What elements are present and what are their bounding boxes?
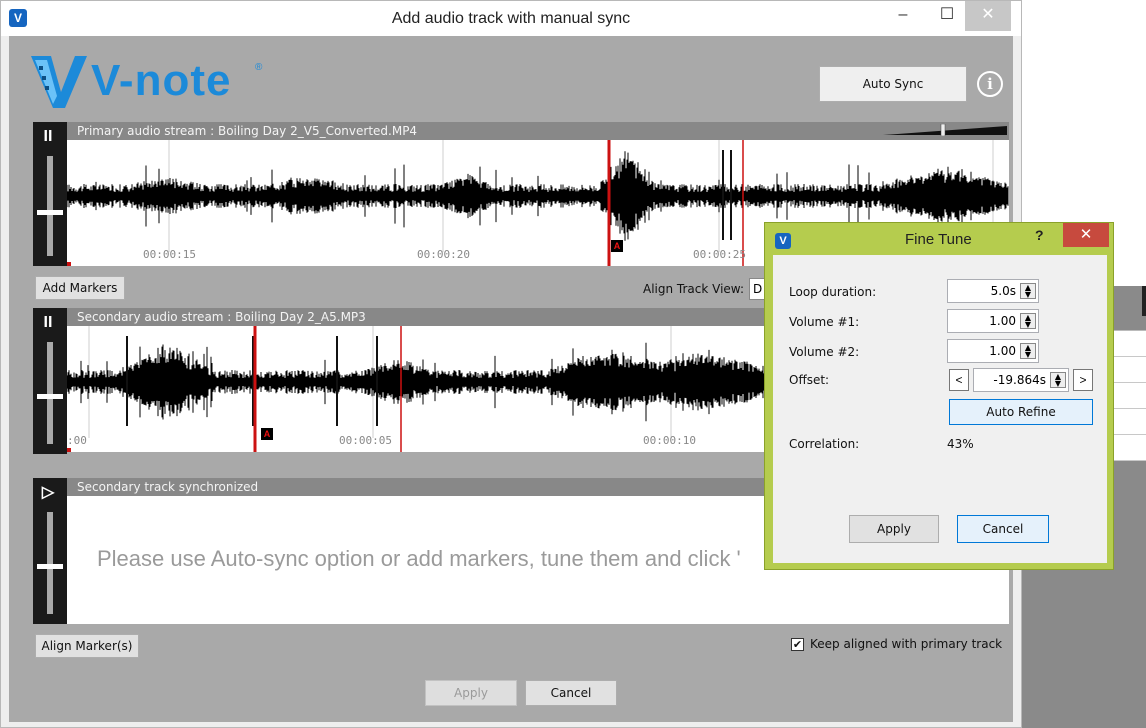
keep-aligned-label: Keep aligned with primary track bbox=[810, 637, 1003, 651]
auto-refine-button[interactable]: Auto Refine bbox=[949, 399, 1093, 425]
volume-1-spinbox[interactable]: 1.00 ▲ ▼ bbox=[947, 309, 1039, 333]
fine-tune-dialog: V Fine Tune ? ✕ Loop duration: 5.0s ▲ ▼ V… bbox=[764, 222, 1114, 570]
cancel-button[interactable]: Cancel bbox=[525, 680, 617, 706]
close-button[interactable]: ✕ bbox=[965, 1, 1011, 31]
primary-gain-rail[interactable] bbox=[47, 156, 53, 256]
offset-next-button[interactable]: > bbox=[1073, 369, 1093, 391]
add-markers-button[interactable]: Add Markers bbox=[35, 276, 125, 300]
offset-label: Offset: bbox=[789, 373, 830, 387]
help-icon[interactable]: ? bbox=[1035, 227, 1044, 243]
pause-icon[interactable]: II bbox=[37, 312, 59, 334]
spin-arrows-icon[interactable]: ▲ ▼ bbox=[1050, 372, 1066, 388]
background-divider bbox=[1142, 286, 1146, 316]
secondary-timecode-3: 00:00:10 bbox=[643, 434, 696, 447]
offset-prev-button[interactable]: < bbox=[949, 369, 969, 391]
synced-track-sidebar: ▷ bbox=[33, 478, 67, 624]
minimize-button[interactable]: – bbox=[881, 1, 925, 31]
primary-timecode-1: 00:00:15 bbox=[143, 248, 196, 261]
synced-track-title: Secondary track synchronized bbox=[77, 480, 259, 494]
checkmark-icon[interactable]: ✔ bbox=[791, 638, 804, 651]
align-markers-button[interactable]: Align Marker(s) bbox=[35, 634, 139, 658]
window-title: Add audio track with manual sync bbox=[391, 10, 631, 27]
fine-tune-close-button[interactable]: ✕ bbox=[1063, 223, 1109, 247]
title-bar[interactable]: V Add audio track with manual sync – ☐ ✕ bbox=[1, 1, 1021, 36]
secondary-gain-thumb[interactable] bbox=[37, 394, 63, 399]
secondary-timecode-1: :00 bbox=[67, 434, 87, 447]
primary-timecode-2: 00:00:20 bbox=[417, 248, 470, 261]
correlation-label: Correlation: bbox=[789, 437, 860, 451]
pause-icon[interactable]: II bbox=[37, 126, 59, 148]
apply-button[interactable]: Apply bbox=[425, 680, 517, 706]
synced-gain-thumb[interactable] bbox=[37, 564, 63, 569]
loop-duration-label: Loop duration: bbox=[789, 285, 877, 299]
spin-arrows-icon[interactable]: ▲ ▼ bbox=[1020, 313, 1036, 329]
volume-1-label: Volume #1: bbox=[789, 315, 860, 329]
app-icon: V bbox=[775, 233, 791, 249]
primary-track-sidebar: II bbox=[33, 122, 67, 266]
primary-gain-thumb[interactable] bbox=[37, 210, 63, 215]
logo-registered: ® bbox=[255, 62, 263, 73]
vnote-logo: V-note ® bbox=[29, 52, 279, 112]
auto-sync-button[interactable]: Auto Sync bbox=[819, 66, 967, 102]
secondary-marker-a[interactable]: A bbox=[261, 428, 273, 440]
primary-track-title: Primary audio stream : Boiling Day 2_V5_… bbox=[77, 124, 418, 138]
fine-tune-cancel-button[interactable]: Cancel bbox=[957, 515, 1049, 543]
fine-tune-body: Loop duration: 5.0s ▲ ▼ Volume #1: 1.00 ▲… bbox=[773, 255, 1107, 563]
volume-2-label: Volume #2: bbox=[789, 345, 860, 359]
spin-arrows-icon[interactable]: ▲ ▼ bbox=[1020, 343, 1036, 359]
primary-timecode-3: 00:00:25 bbox=[693, 248, 746, 261]
maximize-button[interactable]: ☐ bbox=[925, 1, 969, 31]
correlation-value: 43% bbox=[947, 437, 974, 451]
fine-tune-title: Fine Tune bbox=[905, 231, 972, 248]
primary-track-header: Primary audio stream : Boiling Day 2_V5_… bbox=[33, 122, 1009, 140]
loop-duration-spinbox[interactable]: 5.0s ▲ ▼ bbox=[947, 279, 1039, 303]
info-icon[interactable]: i bbox=[977, 71, 1003, 97]
fine-tune-title-bar[interactable]: V Fine Tune ? ✕ bbox=[765, 223, 1115, 255]
offset-spinbox[interactable]: -19.864s ▲ ▼ bbox=[973, 368, 1069, 392]
secondary-track-title: Secondary audio stream : Boiling Day 2_A… bbox=[77, 310, 366, 324]
primary-marker-a[interactable]: A bbox=[611, 240, 623, 252]
logo-text: V-note bbox=[91, 56, 232, 105]
sync-placeholder-text: Please use Auto-sync option or add marke… bbox=[97, 546, 741, 571]
synced-gain-rail[interactable] bbox=[47, 512, 53, 614]
secondary-timecode-2: 00:00:05 bbox=[339, 434, 392, 447]
secondary-gain-rail[interactable] bbox=[47, 342, 53, 444]
volume-2-spinbox[interactable]: 1.00 ▲ ▼ bbox=[947, 339, 1039, 363]
fine-tune-apply-button[interactable]: Apply bbox=[849, 515, 939, 543]
align-track-view-label: Align Track View: bbox=[643, 282, 744, 296]
spin-arrows-icon[interactable]: ▲ ▼ bbox=[1020, 283, 1036, 299]
play-icon[interactable]: ▷ bbox=[37, 482, 59, 504]
primary-volume-slider[interactable] bbox=[883, 124, 1007, 136]
secondary-track-sidebar: II bbox=[33, 308, 67, 454]
